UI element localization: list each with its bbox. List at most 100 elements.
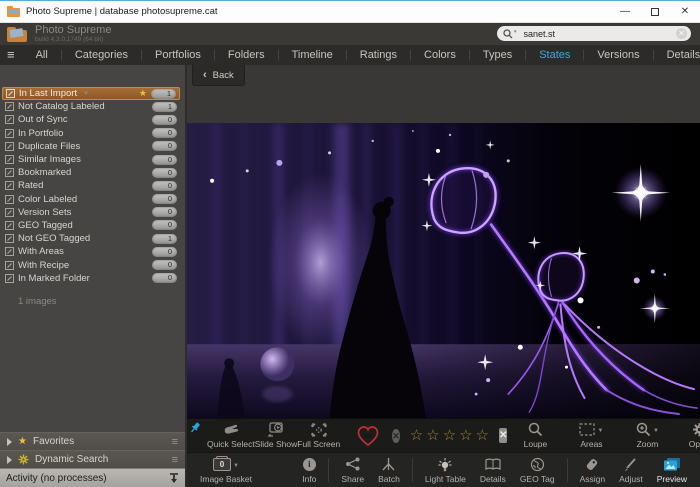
preview-button[interactable]: Preview: [650, 456, 694, 484]
sidebar-item-geo-tagged[interactable]: GEO Tagged 0: [2, 219, 180, 232]
dropdown-arrow-icon[interactable]: ▼: [233, 463, 239, 469]
geo-tag-button[interactable]: GEO Tag: [513, 456, 562, 484]
tab-states[interactable]: States: [526, 45, 584, 65]
search-scope-dropdown-icon[interactable]: ▾: [514, 29, 517, 35]
tab-folders[interactable]: Folders: [215, 45, 279, 65]
app-window: Photo Supreme | database photosupreme.ca…: [0, 0, 700, 487]
app-header: Photo Supreme build 4.3.0.1749 (64 bit) …: [0, 23, 700, 45]
filter-dropdown-icon[interactable]: ▼: [83, 91, 89, 97]
sidebar-item-not-geo-tagged[interactable]: Not GEO Tagged 1: [2, 232, 180, 245]
sidebar-item-out-of-sync[interactable]: Out of Sync 0: [2, 113, 180, 126]
star-icon[interactable]: ☆: [459, 428, 472, 444]
tab-timeline[interactable]: Timeline: [279, 45, 347, 65]
photo-preview[interactable]: [187, 123, 700, 418]
close-button[interactable]: ✕: [670, 1, 700, 22]
filter-label: In Portfolio: [18, 128, 63, 139]
adjust-button[interactable]: Adjust: [612, 456, 650, 484]
sidebar-item-in-last-import[interactable]: In Last Import ▼ ★ 1: [2, 87, 180, 100]
star-icon[interactable]: ☆: [426, 428, 439, 444]
filter-label: In Last Import: [19, 88, 77, 99]
button-label: Loupe: [524, 439, 548, 449]
activity-label: Activity (no processes): [6, 473, 107, 484]
tab-categories[interactable]: Categories: [62, 45, 142, 65]
triangle-right-icon[interactable]: [7, 456, 12, 464]
sidebar-item-in-marked-folder[interactable]: In Marked Folder 0: [2, 272, 180, 285]
info-button[interactable]: i Info: [295, 456, 323, 484]
back-button[interactable]: ‹ Back: [192, 65, 245, 86]
batch-button[interactable]: Batch: [371, 456, 407, 484]
sidebar-item-similar-images[interactable]: Similar Images 0: [2, 153, 180, 166]
sidebar-item-in-portfolio[interactable]: In Portfolio 0: [2, 127, 180, 140]
favorite-heart-icon[interactable]: [356, 425, 380, 447]
edit-checkbox-icon: [5, 195, 14, 204]
details-button[interactable]: Details: [473, 456, 513, 484]
button-label: GEO Tag: [520, 474, 555, 484]
sidebar-item-with-areas[interactable]: With Areas 0: [2, 245, 180, 258]
panel-dynamic-search[interactable]: Dynamic Search ≡: [0, 450, 185, 468]
sidebar-item-duplicate-files[interactable]: Duplicate Files 0: [2, 140, 180, 153]
pin-down-icon[interactable]: [169, 473, 179, 484]
sidebar-item-bookmarked[interactable]: Bookmarked 0: [2, 166, 180, 179]
sidebar-item-version-sets[interactable]: Version Sets 0: [2, 206, 180, 219]
edit-checkbox-icon: [5, 261, 14, 270]
count-badge: 1: [152, 234, 177, 244]
share-button[interactable]: Share: [334, 456, 371, 484]
maximize-button[interactable]: [640, 1, 670, 22]
edit-checkbox-icon: [5, 247, 14, 256]
count-badge: 0: [152, 141, 177, 151]
filter-label: In Marked Folder: [18, 273, 90, 284]
light-table-button[interactable]: Light Table: [418, 456, 473, 484]
content-pane: ‹ Back: [185, 65, 700, 487]
panel-menu-icon[interactable]: ≡: [172, 436, 178, 448]
sidebar-item-not-catalog-labeled[interactable]: Not Catalog Labeled 1: [2, 100, 180, 113]
clear-favorite-icon[interactable]: ✕: [392, 429, 400, 443]
panel-label: Dynamic Search: [35, 454, 108, 465]
main-menu-icon[interactable]: ≡: [7, 47, 15, 62]
edit-checkbox-icon: [5, 155, 14, 164]
assign-button[interactable]: Assign: [573, 456, 613, 484]
panel-favorites[interactable]: ★ Favorites ≡: [0, 432, 185, 450]
window-title: Photo Supreme | database photosupreme.ca…: [26, 6, 218, 17]
state-filter-list: In Last Import ▼ ★ 1 Not Catalog Labeled…: [0, 65, 185, 432]
search-box[interactable]: ▾ ✕: [497, 26, 691, 41]
full-screen-button[interactable]: Full Screen: [297, 422, 340, 449]
star-icon[interactable]: ☆: [410, 428, 423, 444]
dropdown-arrow-icon[interactable]: ▼: [653, 428, 659, 434]
pushpin-icon[interactable]: [189, 421, 202, 434]
sidebar-item-with-recipe[interactable]: With Recipe 0: [2, 258, 180, 271]
tab-versions[interactable]: Versions: [584, 45, 653, 65]
star-icon[interactable]: ☆: [476, 428, 489, 444]
minimize-button[interactable]: —: [610, 1, 640, 22]
clear-rating-icon[interactable]: ✕: [499, 428, 507, 443]
tab-details[interactable]: Details: [654, 45, 700, 65]
filter-label: With Areas: [18, 246, 64, 257]
sidebar-item-rated[interactable]: Rated 0: [2, 179, 180, 192]
tab-ratings[interactable]: Ratings: [347, 45, 411, 65]
dropdown-arrow-icon[interactable]: ▼: [597, 428, 603, 434]
magnifier-plus-icon: [636, 422, 651, 437]
quick-select-button[interactable]: Quick Select: [207, 422, 255, 449]
loupe-button[interactable]: Loupe: [507, 422, 563, 449]
search-input[interactable]: [524, 29, 664, 39]
tab-colors[interactable]: Colors: [411, 45, 470, 65]
image-basket-button[interactable]: 0▼ Image Basket: [193, 456, 259, 484]
search-clear-icon[interactable]: ✕: [676, 28, 687, 39]
sidebar-item-color-labeled[interactable]: Color Labeled 0: [2, 193, 180, 206]
share-nodes-icon: [345, 457, 361, 471]
options-button[interactable]: ▼ Options: [675, 422, 700, 449]
globe-icon: [530, 457, 545, 472]
tab-types[interactable]: Types: [470, 45, 526, 65]
triangle-right-icon[interactable]: [7, 438, 12, 446]
slide-show-button[interactable]: Slide Show: [255, 422, 298, 449]
filter-label: With Recipe: [18, 260, 69, 271]
panel-menu-icon[interactable]: ≡: [172, 454, 178, 466]
button-label: Adjust: [619, 474, 643, 484]
zoom-button[interactable]: ▼ Zoom: [619, 422, 675, 449]
tab-all[interactable]: All: [23, 45, 62, 65]
filter-label: Not GEO Tagged: [18, 233, 90, 244]
tab-portfolios[interactable]: Portfolios: [142, 45, 215, 65]
star-icon[interactable]: ☆: [443, 428, 456, 444]
filter-label: Color Labeled: [18, 194, 77, 205]
areas-button[interactable]: ▼ Areas: [563, 422, 619, 449]
button-label: Light Table: [425, 474, 466, 484]
